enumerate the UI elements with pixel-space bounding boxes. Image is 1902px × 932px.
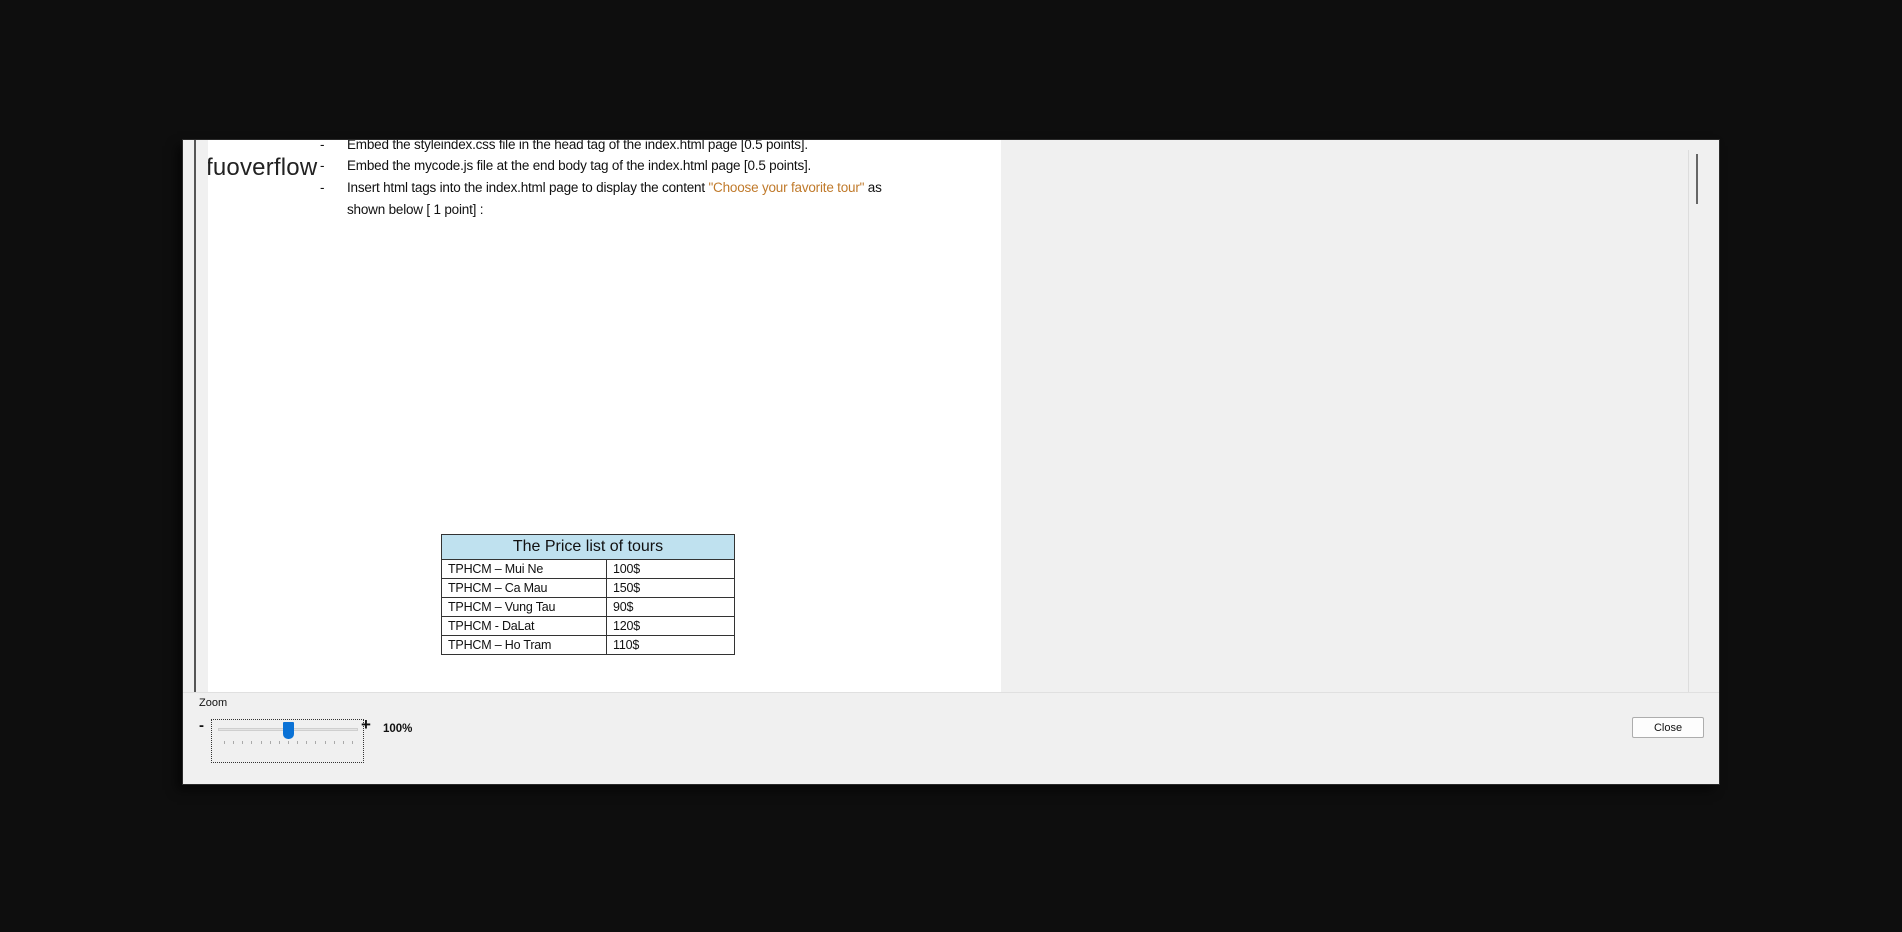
slider-tick [333, 741, 335, 744]
slider-tick [224, 741, 225, 744]
zoom-plus-label: + [361, 715, 371, 734]
image-viewer-dialog: fuoverflow - Embed the styleindex.css fil… [183, 140, 1719, 784]
zoom-value: 100% [383, 723, 413, 735]
slider-tick [315, 741, 317, 744]
instruction-text: Embed the styleindex.css file in the hea… [347, 140, 808, 152]
document-page: fuoverflow - Embed the styleindex.css fil… [208, 140, 1001, 692]
tour-price: 120$ [606, 616, 735, 636]
divider [183, 692, 1719, 693]
tour-price: 150$ [606, 578, 735, 598]
watermark: fuoverflow [208, 154, 318, 181]
vertical-scrollbar[interactable] [1688, 150, 1701, 692]
slider-tick [251, 741, 253, 744]
highlighted-text: "Choose your favorite tour" [708, 180, 865, 195]
table-row: TPHCM – Ho Tram 110$ [441, 635, 735, 655]
instruction-continuation: shown below [ 1 point] : [347, 202, 484, 217]
document-viewport[interactable]: fuoverflow - Embed the styleindex.css fil… [194, 140, 1686, 692]
table-row: TPHCM – Mui Ne 100$ [441, 559, 735, 579]
instruction-line: - Embed the mycode.js file at the end bod… [320, 158, 812, 173]
instruction-text: Embed the mycode.js file at the end body… [347, 158, 812, 173]
tour-name: TPHCM - DaLat [441, 616, 607, 636]
table-row: TPHCM - DaLat 120$ [441, 616, 735, 636]
price-table: The Price list of tours TPHCM – Mui Ne 10… [441, 534, 735, 655]
scrollbar-thumb[interactable] [1696, 154, 1698, 204]
tour-price: 110$ [606, 635, 735, 655]
slider-tick [288, 741, 289, 744]
tour-price: 90$ [606, 597, 735, 617]
zoom-slider-thumb[interactable] [282, 722, 294, 739]
tour-name: TPHCM – Ho Tram [441, 635, 607, 655]
table-row: TPHCM – Ca Mau 150$ [441, 578, 735, 598]
tour-price: 100$ [606, 559, 735, 579]
zoom-minus-label: - [199, 717, 204, 734]
tour-name: TPHCM – Vung Tau [441, 597, 607, 617]
zoom-label: Zoom [199, 697, 228, 709]
instruction-text: as [864, 180, 882, 195]
slider-tick [242, 741, 244, 744]
tour-name: TPHCM – Mui Ne [441, 559, 607, 579]
slider-tick [352, 741, 353, 744]
slider-tick [342, 741, 344, 744]
slider-tick [306, 741, 308, 744]
slider-tick [269, 741, 271, 744]
tour-name: TPHCM – Ca Mau [441, 578, 607, 598]
instruction-text: Insert html tags into the index.html pag… [347, 180, 709, 195]
slider-tick [324, 741, 326, 744]
price-table-title: The Price list of tours [441, 534, 735, 560]
slider-tick [297, 741, 299, 744]
table-row: TPHCM – Vung Tau 90$ [441, 597, 735, 617]
instruction-line: - Embed the styleindex.css file in the he… [320, 140, 808, 152]
close-button[interactable]: Close [1632, 717, 1704, 738]
slider-tick [278, 741, 280, 744]
instruction-line: - Insert html tags into the index.html pa… [320, 180, 882, 195]
slider-tick [260, 741, 262, 744]
slider-tick [233, 741, 235, 744]
zoom-slider[interactable] [211, 719, 364, 763]
